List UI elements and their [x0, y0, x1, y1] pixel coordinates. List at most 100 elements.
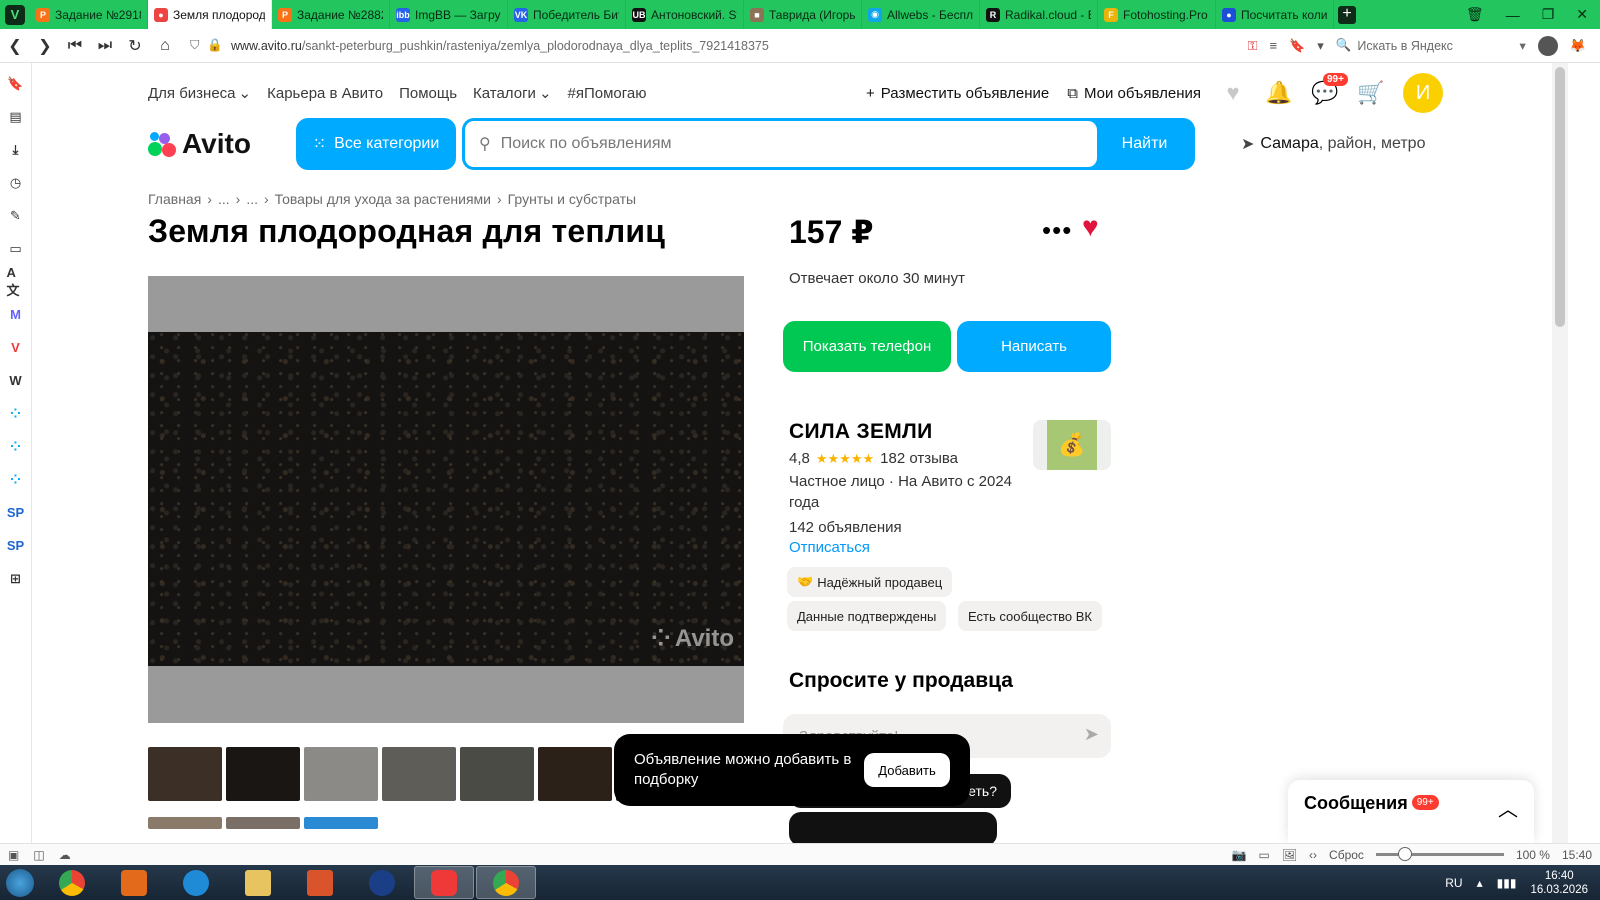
- cart-button[interactable]: 🛒: [1357, 79, 1385, 107]
- avito-icon[interactable]: ⁘: [7, 469, 25, 490]
- browser-tab[interactable]: P Задание №2882: [272, 0, 390, 29]
- image-icon[interactable]: 🖼: [1282, 848, 1297, 862]
- thumbnail[interactable]: [148, 817, 222, 829]
- reload-button[interactable]: ↻: [120, 36, 150, 56]
- panel-toggle-icon[interactable]: ▣: [8, 848, 19, 862]
- extension-icon[interactable]: 🦊: [1570, 38, 1586, 54]
- main-photo[interactable]: [148, 332, 744, 666]
- thumbnail[interactable]: [226, 747, 300, 801]
- search-input[interactable]: ⚲ Поиск по объявлениям: [465, 121, 1097, 167]
- rewind-button[interactable]: ⏮: [60, 37, 90, 55]
- dropdown-icon[interactable]: ▾: [1317, 38, 1324, 54]
- post-ad-link[interactable]: + Разместить объявление: [866, 85, 1049, 102]
- thumbnail[interactable]: [304, 817, 378, 829]
- location-selector[interactable]: ➤ Самара, район, метро: [1241, 134, 1425, 154]
- vivaldi-menu-button[interactable]: V: [0, 0, 30, 29]
- mastodon-icon[interactable]: M: [7, 304, 25, 325]
- shield-icon[interactable]: ⛉: [190, 38, 199, 53]
- explorer-taskbar-app[interactable]: [228, 866, 288, 899]
- thumbnail[interactable]: [460, 747, 534, 801]
- forward-button[interactable]: ❯: [30, 36, 60, 56]
- reader-view-icon[interactable]: ≡: [1270, 38, 1278, 53]
- wikipedia-icon[interactable]: W: [7, 370, 25, 391]
- add-panel-icon[interactable]: ⊞: [7, 568, 25, 589]
- messages-panel[interactable]: Сообщения 99+ ︿: [1288, 780, 1534, 843]
- chrome-second-taskbar-app[interactable]: [476, 866, 536, 899]
- lock-icon[interactable]: 🔒: [207, 38, 223, 53]
- browser-tab[interactable]: UB Антоновский. St: [626, 0, 744, 29]
- chevron-up-icon[interactable]: ︿: [1498, 793, 1518, 822]
- download-icon[interactable]: ⤓: [7, 139, 25, 160]
- more-options-icon[interactable]: •••: [1042, 215, 1072, 246]
- thumbnail[interactable]: [304, 747, 378, 801]
- breadcrumb-item[interactable]: ...: [246, 191, 258, 207]
- back-button[interactable]: ❮: [0, 36, 30, 56]
- profile-avatar[interactable]: [1537, 35, 1558, 56]
- bookmark-add-icon[interactable]: 🔖: [1289, 38, 1305, 54]
- thumbnail[interactable]: [226, 817, 300, 829]
- breadcrumb-item[interactable]: Товары для ухода за растениями: [275, 191, 491, 207]
- favorite-heart-icon[interactable]: ♥: [1082, 211, 1099, 243]
- window-icon[interactable]: ▭: [1258, 848, 1269, 862]
- fast-forward-button[interactable]: ⏭: [90, 37, 120, 55]
- cloud-sync-icon[interactable]: ☁: [59, 848, 71, 862]
- reliable-seller-chip[interactable]: 🤝 Надёжный продавец: [787, 567, 953, 597]
- start-button[interactable]: [0, 865, 40, 900]
- zoom-reset-button[interactable]: Сброс: [1329, 848, 1364, 862]
- minimize-button[interactable]: —: [1506, 7, 1520, 23]
- breadcrumb-item[interactable]: Главная: [148, 191, 201, 207]
- nav-career[interactable]: Карьера в Авито: [267, 85, 383, 102]
- image-gallery[interactable]: ⁘ Avito: [148, 276, 744, 723]
- wallet-icon[interactable]: ▭: [7, 238, 25, 259]
- media-player-taskbar-app[interactable]: [104, 866, 164, 899]
- search-engine-dropdown-icon[interactable]: ▾: [1520, 38, 1526, 53]
- office-taskbar-app[interactable]: [290, 866, 350, 899]
- all-categories-button[interactable]: ⁙ Все категории: [296, 118, 456, 170]
- history-icon[interactable]: ◷: [7, 172, 25, 193]
- avito-logo[interactable]: Avito: [148, 128, 296, 160]
- browser-tab[interactable]: P Задание №2918: [30, 0, 148, 29]
- vk-community-chip[interactable]: Есть сообщество ВК: [958, 601, 1102, 631]
- data-verified-chip[interactable]: Данные подтверждены: [787, 601, 947, 631]
- show-phone-button[interactable]: Показать телефон: [783, 321, 951, 372]
- messages-button[interactable]: 💬 99+: [1311, 73, 1348, 107]
- capture-icon[interactable]: 📷: [1232, 848, 1247, 862]
- zoom-slider-handle[interactable]: [1397, 847, 1412, 861]
- seller-logo[interactable]: 💰: [1033, 420, 1111, 470]
- key-icon[interactable]: ⚿: [1248, 38, 1258, 54]
- browser-tab[interactable]: ■ Таврида (Игорь: [744, 0, 862, 29]
- browser-tab[interactable]: VK Победитель Бит: [508, 0, 626, 29]
- maximize-button[interactable]: ❐: [1542, 6, 1555, 23]
- browser-tab[interactable]: ● Земля плодород: [148, 0, 272, 29]
- thumbnail[interactable]: [148, 747, 222, 801]
- taskbar-clock[interactable]: 16:40 16.03.2026: [1530, 869, 1588, 897]
- close-window-button[interactable]: ✕: [1576, 6, 1588, 23]
- scrollbar-thumb[interactable]: [1555, 67, 1565, 327]
- browser-tab[interactable]: ibb ImgBB — Загруз: [390, 0, 508, 29]
- bookmark-icon[interactable]: 🔖: [7, 73, 25, 94]
- my-ads-link[interactable]: ⧉ Мои объявления: [1067, 85, 1201, 102]
- toast-add-button[interactable]: Добавить: [864, 753, 950, 787]
- avito-icon[interactable]: ⁘: [7, 403, 25, 424]
- home-button[interactable]: ⌂: [150, 37, 180, 55]
- page-scrollbar[interactable]: [1552, 63, 1568, 843]
- thumbnail[interactable]: [538, 747, 612, 801]
- language-indicator[interactable]: RU: [1445, 876, 1462, 890]
- breadcrumb-item[interactable]: Грунты и субстраты: [508, 191, 636, 207]
- sp-icon[interactable]: SP: [7, 502, 25, 523]
- sp-icon[interactable]: SP: [7, 535, 25, 556]
- browser-tab[interactable]: ● Посчитать коли: [1216, 0, 1334, 29]
- vivaldi-taskbar-app[interactable]: [414, 866, 474, 899]
- unsubscribe-link[interactable]: Отписаться: [789, 539, 1119, 556]
- nav-catalogs[interactable]: Каталоги ⌄: [473, 84, 552, 103]
- browser-tab[interactable]: F Fotohosting.Pro: [1098, 0, 1216, 29]
- reviews-link[interactable]: 182 отзыва: [880, 450, 958, 467]
- seller-ads-count[interactable]: 142 объявления: [789, 517, 1019, 538]
- vivaldi-icon[interactable]: V: [7, 337, 25, 358]
- notifications-button[interactable]: 🔔: [1265, 79, 1293, 107]
- breadcrumb-item[interactable]: ...: [218, 191, 230, 207]
- reader-icon[interactable]: ▤: [7, 106, 25, 127]
- nav-help[interactable]: Помощь: [399, 85, 457, 102]
- new-tab-button[interactable]: +: [1334, 0, 1360, 29]
- yandex-search-field[interactable]: 🔍 Искать в Яндекс ▾: [1336, 38, 1526, 53]
